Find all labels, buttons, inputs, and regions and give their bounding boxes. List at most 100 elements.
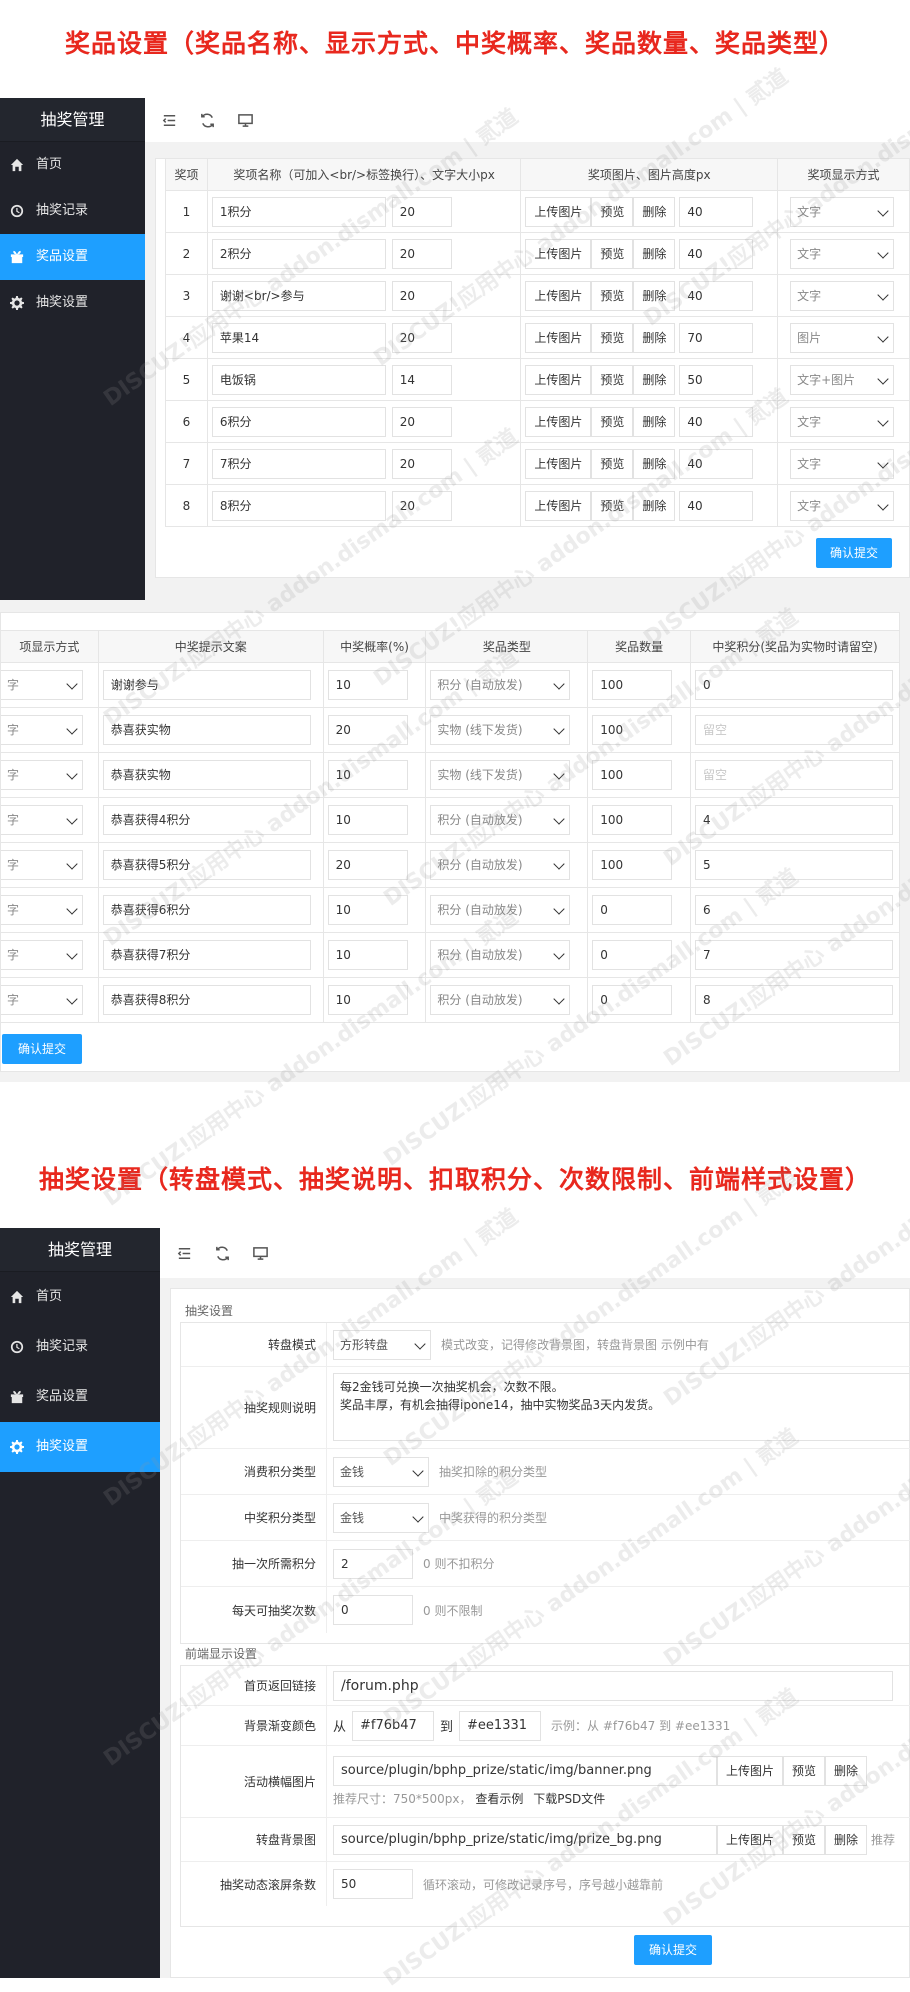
display-mode-select[interactable]: 文字 [790,406,895,437]
prize-qty-input[interactable]: 100 [592,670,673,700]
banner-example-link[interactable]: 查看示例 [475,1792,523,1806]
display-mode-select[interactable]: 图片 [790,322,895,353]
prize-font-size-input[interactable]: 20 [391,406,452,437]
display-mode-select[interactable]: 文字+图片 [790,364,895,395]
upload-image-button[interactable]: 上传图片 [525,280,592,311]
preview-button[interactable]: 预览 [591,322,634,353]
wheel-delete-button[interactable]: 删除 [825,1824,868,1855]
prize-qty-input[interactable]: 100 [592,850,673,880]
win-rate-input[interactable]: 10 [327,760,408,790]
banner-input[interactable]: source/plugin/bphp_prize/static/img/bann… [333,1756,717,1786]
submit-button-3[interactable]: 确认提交 [634,1935,712,1965]
prize-font-size-input[interactable]: 20 [391,448,452,479]
preview-button[interactable]: 预览 [591,280,634,311]
preview-button[interactable]: 预览 [591,238,634,269]
display-mode-select[interactable]: 字 [1,760,83,790]
display-mode-select[interactable]: 文字 [790,280,895,311]
daily-input[interactable]: 0 [333,1595,413,1625]
win-points-input[interactable]: 留空 [695,760,893,790]
cost-type-select[interactable]: 金钱 [333,1456,429,1487]
image-height-input[interactable]: 40 [679,406,754,437]
upload-image-button[interactable]: 上传图片 [525,364,592,395]
submit-button-1[interactable]: 确认提交 [816,538,892,568]
win-rate-input[interactable]: 10 [327,670,408,700]
prize-name-input[interactable]: 苹果14 [211,322,386,353]
home-link-input[interactable]: /forum.php [333,1670,893,1701]
prize-qty-input[interactable]: 100 [592,715,673,745]
wheel-upload-button[interactable]: 上传图片 [717,1824,784,1855]
display-mode-select[interactable]: 字 [1,940,83,970]
upload-image-button[interactable]: 上传图片 [525,490,592,521]
delete-button[interactable]: 删除 [633,196,676,227]
sidebar-item-prizes[interactable]: 奖品设置 [0,234,145,280]
win-points-input[interactable]: 6 [695,895,893,925]
sidebar-item-prizes[interactable]: 奖品设置 [0,1372,160,1422]
wheel-bg-input[interactable]: source/plugin/bphp_prize/static/img/priz… [333,1824,717,1855]
prize-type-select[interactable]: 积分 (自动放发) [430,940,571,970]
win-rate-input[interactable]: 10 [327,805,408,835]
gradient-color1-input[interactable]: #f76b47 [352,1710,435,1741]
prize-type-select[interactable]: 积分 (自动放发) [430,895,571,925]
preview-button[interactable]: 预览 [591,364,634,395]
prize-name-input[interactable]: 谢谢<br/>参与 [211,280,386,311]
display-mode-select[interactable]: 字 [1,895,83,925]
image-height-input[interactable]: 40 [679,448,754,479]
display-mode-select[interactable]: 字 [1,850,83,880]
win-tip-input[interactable]: 谢谢参与 [102,670,311,700]
display-mode-select[interactable]: 字 [1,805,83,835]
prize-type-select[interactable]: 积分 (自动放发) [430,670,571,700]
display-mode-select[interactable]: 文字 [790,196,895,227]
cost-input[interactable]: 2 [333,1548,413,1579]
banner-delete-button[interactable]: 删除 [825,1756,868,1786]
win-tip-input[interactable]: 恭喜获得4积分 [102,805,311,835]
upload-image-button[interactable]: 上传图片 [525,406,592,437]
image-height-input[interactable]: 40 [679,490,754,521]
win-points-input[interactable]: 7 [695,940,893,970]
win-type-select[interactable]: 金钱 [333,1502,429,1533]
display-mode-select[interactable]: 字 [1,670,83,700]
win-rate-input[interactable]: 20 [327,715,408,745]
delete-button[interactable]: 删除 [633,238,676,269]
preview-button[interactable]: 预览 [591,196,634,227]
prize-font-size-input[interactable]: 20 [391,238,452,269]
prize-type-select[interactable]: 积分 (自动放发) [430,985,571,1015]
win-tip-input[interactable]: 恭喜获得8积分 [102,985,311,1015]
monitor-icon[interactable] [246,1239,274,1267]
delete-button[interactable]: 删除 [633,322,676,353]
prize-qty-input[interactable]: 100 [592,805,673,835]
sidebar-item-records[interactable]: 抽奖记录 [0,1322,160,1372]
prize-type-select[interactable]: 积分 (自动放发) [430,805,571,835]
refresh-icon[interactable] [208,1239,236,1267]
display-mode-select[interactable]: 文字 [790,238,895,269]
win-points-input[interactable]: 留空 [695,715,893,745]
prize-font-size-input[interactable]: 20 [391,490,452,521]
prize-name-input[interactable]: 电饭锅 [211,364,386,395]
display-mode-select[interactable]: 文字 [790,490,895,521]
win-points-input[interactable]: 5 [695,850,893,880]
win-rate-input[interactable]: 20 [327,850,408,880]
preview-button[interactable]: 预览 [591,490,634,521]
preview-button[interactable]: 预览 [591,448,634,479]
submit-button-2[interactable]: 确认提交 [2,1034,82,1064]
delete-button[interactable]: 删除 [633,406,676,437]
win-tip-input[interactable]: 恭喜获得7积分 [102,940,311,970]
display-mode-select[interactable]: 文字 [790,448,895,479]
refresh-icon[interactable] [193,106,221,134]
image-height-input[interactable]: 50 [679,364,754,395]
win-tip-input[interactable]: 恭喜获得5积分 [102,850,311,880]
prize-name-input[interactable]: 2积分 [211,238,386,269]
win-rate-input[interactable]: 10 [327,985,408,1015]
prize-name-input[interactable]: 6积分 [211,406,386,437]
prize-font-size-input[interactable]: 14 [391,364,452,395]
prize-name-input[interactable]: 1积分 [211,196,386,227]
prize-qty-input[interactable]: 0 [592,895,673,925]
monitor-icon[interactable] [231,106,259,134]
sidebar-item-home[interactable]: 首页 [0,142,145,188]
prize-font-size-input[interactable]: 20 [391,322,452,353]
prize-qty-input[interactable]: 100 [592,760,673,790]
win-points-input[interactable]: 4 [695,805,893,835]
mode-select[interactable]: 方形转盘 [333,1329,431,1360]
image-height-input[interactable]: 40 [679,280,754,311]
sidebar-item-settings[interactable]: 抽奖设置 [0,280,145,326]
prize-name-input[interactable]: 7积分 [211,448,386,479]
